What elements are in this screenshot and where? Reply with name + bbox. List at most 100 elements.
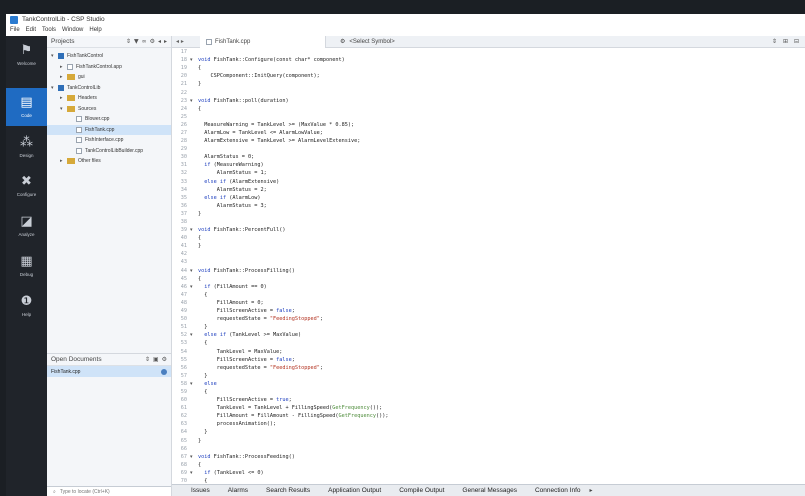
line-number: 27 — [180, 129, 187, 136]
code-line: 38 — [172, 218, 805, 226]
tree-item[interactable]: Blower.cpp — [47, 114, 171, 125]
output-tab-alarms[interactable]: Alarms — [219, 487, 257, 494]
code-area[interactable]: 17 18 ▾ void FishTank::Configure(const char… — [172, 48, 805, 484]
tree-item[interactable]: ▸ Headers — [47, 93, 171, 104]
add-split-icon[interactable]: ⊞ — [783, 38, 788, 45]
settings-icon[interactable]: ⚙ — [162, 356, 167, 363]
mode-welcome[interactable]: ⚑ Welcome — [6, 36, 47, 74]
code-token: else if — [198, 178, 230, 185]
expand-right-icon[interactable]: ▸ — [60, 158, 67, 164]
menu-tools[interactable]: Tools — [42, 27, 56, 33]
fold-toggle-icon[interactable]: ▾ — [190, 470, 198, 476]
fold-toggle-icon[interactable]: ▾ — [190, 227, 198, 233]
settings-icon[interactable]: ⚙ — [150, 38, 155, 45]
fold-toggle-icon[interactable]: ▾ — [190, 268, 198, 274]
link-icon[interactable]: ∞ — [142, 38, 147, 45]
more-tabs-icon[interactable]: ▸ — [590, 487, 593, 494]
tree-item[interactable]: TankControlLibBuilder.cpp — [47, 146, 171, 157]
code-icon: ▤ — [20, 95, 33, 110]
panel-split-icon[interactable]: ⇕ — [145, 356, 150, 363]
line-number: 18 — [180, 57, 187, 64]
code-text: { — [198, 292, 207, 298]
tree-item[interactable]: ▾ FishTankControl — [47, 51, 171, 62]
menu-help[interactable]: Help — [89, 27, 101, 33]
code-line: 26 MeasureWarning = TankLevel >= (MaxVal… — [172, 121, 805, 129]
open-document-item[interactable]: FishTank.cpp — [47, 366, 171, 377]
expand-right-icon[interactable]: ▸ — [60, 64, 67, 70]
line-number: 69 — [180, 469, 187, 476]
debug-icon: ▦ — [20, 254, 33, 269]
fold-toggle-icon[interactable]: ▾ — [190, 284, 198, 290]
line-number: 53 — [180, 340, 187, 347]
menu-file[interactable]: File — [10, 27, 20, 33]
code-text: if (FillAmount == 0) — [198, 284, 266, 290]
code-token: ; — [291, 308, 295, 315]
output-tab-general-messages[interactable]: General Messages — [453, 487, 526, 494]
fold-toggle-icon[interactable]: ▾ — [190, 98, 198, 104]
fold-toggle-icon[interactable]: ▾ — [190, 454, 198, 460]
save-icon[interactable]: ▣ — [153, 356, 159, 363]
line-number: 46 — [180, 283, 187, 290]
settings-icon: ⚙ — [340, 38, 346, 45]
editor-nav-arrows[interactable]: ◂ ▸ — [172, 38, 200, 45]
mode-debug[interactable]: ▦ Debug — [6, 247, 47, 285]
code-line: 34 AlarmStatus = 2; — [172, 186, 805, 194]
nav-back-icon[interactable]: ◂ — [158, 38, 161, 45]
expand-down-icon[interactable]: ▾ — [60, 106, 67, 112]
tree-item[interactable]: ▾ TankControlLib — [47, 83, 171, 94]
code-line: 46 ▾ if (FillAmount == 0) — [172, 283, 805, 291]
tree-item[interactable]: ▸ FishTankControl.app — [47, 62, 171, 73]
code-text: void FishTank::Configure(const char* com… — [198, 57, 345, 63]
code-text: FillScreenActive = false; — [198, 308, 295, 314]
fold-toggle-icon[interactable]: ▾ — [190, 381, 198, 387]
expand-right-icon[interactable]: ▸ — [60, 95, 67, 101]
folder-icon — [67, 105, 75, 112]
panel-split-icon[interactable]: ⇕ — [126, 38, 131, 45]
output-tab-compile-output[interactable]: Compile Output — [390, 487, 453, 494]
tree-item-label: FishInterface.cpp — [85, 137, 124, 144]
line-number: 59 — [180, 388, 187, 395]
expand-down-icon[interactable]: ▾ — [51, 53, 58, 59]
split-editor-icon[interactable]: ⇕ — [772, 38, 777, 45]
output-tab-application-output[interactable]: Application Output — [319, 487, 390, 494]
code-line: 40 { — [172, 234, 805, 242]
output-tab-search-results[interactable]: Search Results — [257, 487, 319, 494]
output-tab-connection-info[interactable]: Connection Info — [526, 487, 590, 494]
code-text: FillScreenActive = false; — [198, 357, 295, 363]
tree-item[interactable]: ▸ Other files — [47, 156, 171, 167]
close-icon[interactable]: ⊟ — [794, 38, 799, 45]
editor-file-tab[interactable]: FishTank.cpp — [200, 35, 326, 48]
code-token: ()); — [369, 405, 383, 412]
mode-analyze[interactable]: ◪ Analyze — [6, 207, 47, 245]
menu-edit[interactable]: Edit — [26, 27, 36, 33]
code-text: FillAmount = 0; — [198, 300, 264, 306]
symbol-selector[interactable]: ⚙ <Select Symbol> — [326, 38, 395, 45]
line-number: 24 — [180, 105, 187, 112]
output-tab-issues[interactable]: Issues — [182, 487, 219, 494]
locator-search[interactable]: ⌕ Type to locate (Ctrl+K) — [47, 486, 171, 496]
code-token: AlarmStatus = 1; — [198, 170, 267, 177]
fold-toggle-icon[interactable]: ▾ — [190, 57, 198, 63]
expand-right-icon[interactable]: ▸ — [60, 74, 67, 80]
code-text: TankLevel = TankLevel + FillingSpeed(Get… — [198, 405, 383, 412]
menu-window[interactable]: Window — [62, 27, 83, 33]
tree-item[interactable]: ▾ Sources — [47, 104, 171, 115]
mode-design[interactable]: ⁂ Design — [6, 128, 47, 166]
code-line: 65} — [172, 437, 805, 445]
tree-item[interactable]: FishInterface.cpp — [47, 135, 171, 146]
mode-configure[interactable]: ✖ Configure — [6, 167, 47, 205]
nav-forward-icon[interactable]: ▸ — [164, 38, 167, 45]
file-icon — [67, 63, 73, 70]
mode-code[interactable]: ▤ Code — [6, 88, 47, 126]
mode-help[interactable]: ❶ Help — [6, 287, 47, 325]
filter-icon[interactable]: ▼ — [134, 38, 139, 45]
code-line: 20 CSPComponent::InitQuery(component); — [172, 72, 805, 80]
fold-toggle-icon[interactable]: ▾ — [190, 332, 198, 338]
expand-down-icon[interactable]: ▾ — [51, 85, 58, 91]
tree-item[interactable]: ▸ gui — [47, 72, 171, 83]
line-number: 48 — [180, 299, 187, 306]
close-document-icon[interactable] — [161, 368, 167, 375]
code-text: if (TankLevel <= 0) — [198, 470, 263, 476]
tree-item[interactable]: FishTank.cpp — [47, 124, 171, 135]
code-text: } — [198, 211, 201, 217]
